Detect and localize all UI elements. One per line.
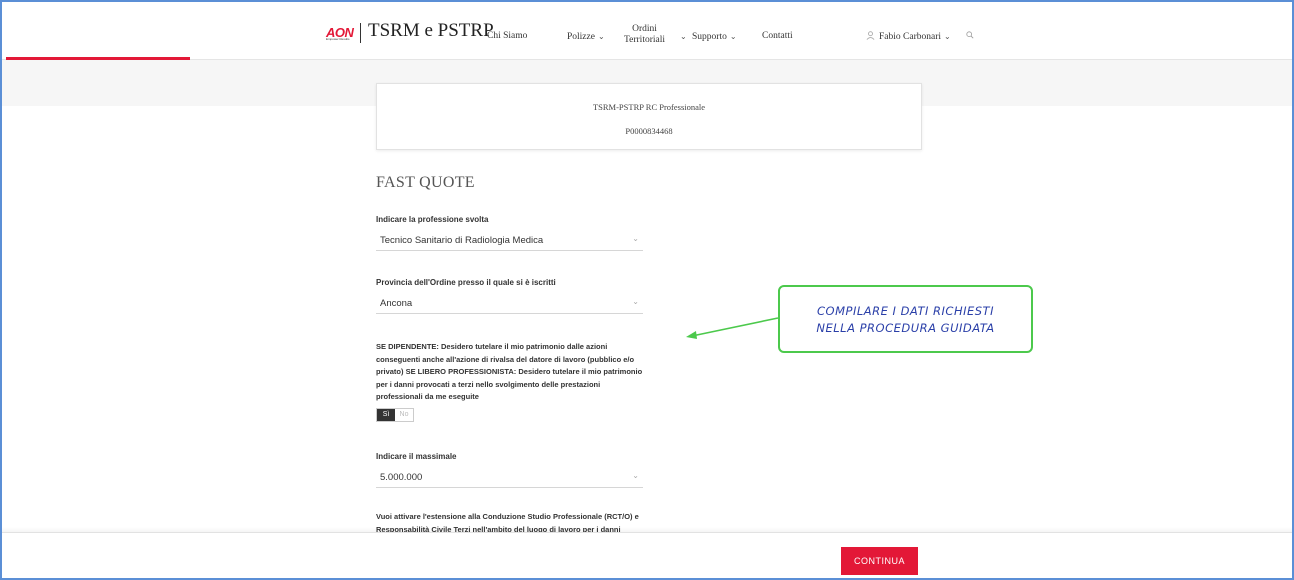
logo-tagline: Empower Results bbox=[326, 37, 350, 41]
search-icon[interactable] bbox=[966, 31, 974, 41]
instruction-callout: COMPILARE I DATI RICHIESTI NELLA PROCEDU… bbox=[778, 285, 1033, 353]
callout-line2: NELLA PROCEDURA GUIDATA bbox=[816, 321, 995, 335]
user-icon[interactable] bbox=[866, 31, 875, 42]
nav-chi-siamo[interactable]: Chi Siamo bbox=[487, 31, 527, 42]
chevron-down-icon: ⌄ bbox=[632, 471, 639, 480]
chevron-down-icon: ⌄ bbox=[597, 32, 605, 41]
nav-label: Contatti bbox=[762, 31, 793, 41]
chevron-down-icon: ⌄ bbox=[632, 234, 639, 243]
nav-label-line1: Ordini bbox=[632, 24, 657, 34]
aon-logo[interactable]: AON Empower Results bbox=[326, 24, 354, 41]
nav-contatti[interactable]: Contatti bbox=[762, 31, 793, 42]
profession-select[interactable]: Tecnico Sanitario di Radiologia Medica ⌄ bbox=[376, 233, 643, 251]
chevron-down-icon: ⌄ bbox=[632, 297, 639, 306]
policy-number: P0000834468 bbox=[625, 126, 673, 136]
brand-title[interactable]: TSRM e PSTRP bbox=[368, 20, 494, 42]
footer-bar: CONTINUA bbox=[0, 532, 1294, 580]
profession-label: Indicare la professione svolta bbox=[376, 215, 489, 224]
province-label: Provincia dell'Ordine presso il quale si… bbox=[376, 278, 556, 287]
policy-card: TSRM-PSTRP RC Professionale P0000834468 bbox=[376, 83, 922, 150]
page-title: FAST QUOTE bbox=[376, 174, 475, 191]
search-icon-svg bbox=[966, 31, 974, 39]
massimale-select[interactable]: 5.000.000 ⌄ bbox=[376, 470, 643, 488]
profession-value: Tecnico Sanitario di Radiologia Medica bbox=[380, 235, 544, 246]
dipendente-label: SE DIPENDENTE: Desidero tutelare il mio … bbox=[376, 342, 643, 402]
nav-label: Polizze bbox=[567, 32, 595, 42]
nav-polizze[interactable]: Polizze ⌄ bbox=[567, 31, 605, 43]
chevron-down-icon: ⌄ bbox=[944, 32, 951, 41]
callout-line1: COMPILARE I DATI RICHIESTI bbox=[817, 304, 994, 318]
massimale-value: 5.000.000 bbox=[380, 472, 423, 483]
top-header: AON Empower Results TSRM e PSTRP Chi Sia… bbox=[0, 0, 1294, 60]
yes-no-toggle[interactable]: Sì No bbox=[376, 408, 414, 422]
callout-arrow-icon bbox=[686, 317, 779, 339]
nav-label: Supporto bbox=[692, 32, 727, 42]
chevron-down-icon: ⌄ bbox=[680, 32, 687, 41]
user-icon-svg bbox=[866, 31, 875, 40]
province-value: Ancona bbox=[380, 298, 413, 309]
user-name: Fabio Carbonari bbox=[879, 32, 942, 42]
toggle-no[interactable]: No bbox=[395, 409, 413, 421]
nav-ordini-territoriali[interactable]: Ordini Territoriali bbox=[624, 24, 665, 46]
nav-supporto[interactable]: Supporto ⌄ bbox=[692, 31, 737, 43]
chevron-down-icon: ⌄ bbox=[729, 32, 737, 41]
toggle-yes[interactable]: Sì bbox=[377, 409, 395, 421]
nav-label: Chi Siamo bbox=[487, 31, 528, 41]
nav-label-line2: Territoriali bbox=[624, 35, 666, 45]
massimale-label: Indicare il massimale bbox=[376, 452, 457, 461]
logo-separator bbox=[360, 23, 361, 43]
nav-ordini-chevron[interactable]: ⌄ bbox=[677, 31, 687, 43]
user-menu[interactable]: Fabio Carbonari ⌄ bbox=[879, 31, 951, 43]
province-select[interactable]: Ancona ⌄ bbox=[376, 296, 643, 314]
continue-button[interactable]: CONTINUA bbox=[841, 547, 918, 575]
policy-name: TSRM-PSTRP RC Professionale bbox=[592, 102, 706, 112]
